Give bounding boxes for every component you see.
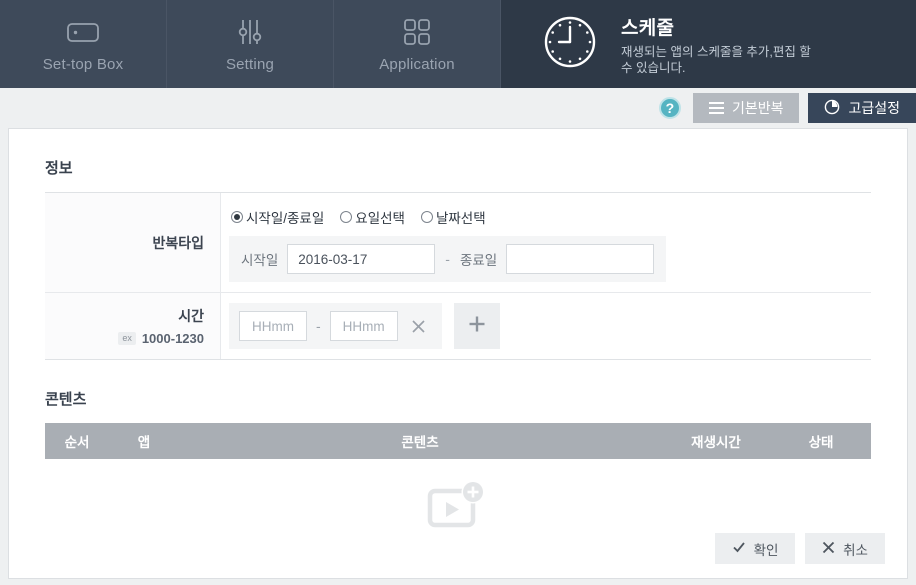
clock-pie-icon <box>824 99 840 118</box>
close-icon[interactable] <box>406 313 432 339</box>
form-row-repeat-type: 반복타입 시작일/종료일 요일선택 날짜선택 시작일 2016-03-17 - … <box>45 193 871 292</box>
radio-date-select[interactable]: 날짜선택 <box>420 207 486 227</box>
repeat-type-label: 반복타입 <box>152 234 204 251</box>
add-time-button[interactable] <box>453 303 500 349</box>
nav-tab-label: Application <box>379 56 455 73</box>
contents-section-title: 콘텐츠 <box>45 391 87 408</box>
radio-label: 날짜선택 <box>435 211 486 226</box>
radio-label: 요일선택 <box>355 211 405 226</box>
form-row-time: 시간 ex 1000-1230 - <box>45 292 871 359</box>
hamburger-icon <box>708 102 724 114</box>
sliders-icon <box>234 15 266 49</box>
time-label: 시간 <box>178 308 204 324</box>
column-header-app: 앱 <box>137 435 151 450</box>
radio-dot-icon <box>231 211 243 223</box>
column-header-content: 콘텐츠 <box>401 435 439 450</box>
basic-repeat-button[interactable]: 기본반복 <box>692 93 800 123</box>
plus-icon <box>467 314 487 339</box>
time-row-wrap: - <box>229 303 871 349</box>
date-range-separator: - <box>445 251 450 267</box>
radio-dot-icon <box>420 211 433 223</box>
page-description: 재생되는 앱의 스케줄을 추가,편집 할 수 있습니다. <box>621 44 811 75</box>
time-range-separator: - <box>316 318 321 334</box>
ex-value: 1000-1230 <box>141 331 204 346</box>
repeat-type-radio-group: 시작일/종료일 요일선택 날짜선택 <box>229 203 871 236</box>
info-form-table: 반복타입 시작일/종료일 요일선택 날짜선택 시작일 2016-03-17 - … <box>45 192 871 360</box>
column-header-order: 순서 <box>64 435 90 450</box>
column-header-playtime: 재생시간 <box>691 435 741 450</box>
check-icon <box>732 540 746 557</box>
radio-label: 시작일/종료일 <box>246 211 325 226</box>
contents-table-header: 순서 앱 콘텐츠 재생시간 상태 <box>45 423 871 459</box>
help-icon[interactable]: ? <box>658 97 681 119</box>
repeat-type-label-cell: 반복타입 <box>45 193 221 292</box>
nav-tab-setting[interactable]: Setting <box>167 0 334 88</box>
time-example: ex 1000-1230 <box>118 331 204 346</box>
nav-tab-label: Setting <box>225 56 275 73</box>
grid-icon <box>402 15 432 49</box>
nav-tab-application[interactable]: Application <box>334 0 501 88</box>
time-from-input[interactable] <box>239 311 307 341</box>
radio-start-end-date[interactable]: 시작일/종료일 <box>231 207 324 227</box>
advanced-settings-button[interactable]: 고급설정 <box>808 93 916 123</box>
close-icon <box>822 541 835 557</box>
start-date-input[interactable] <box>287 244 436 274</box>
confirm-label: 확인 <box>753 542 779 558</box>
info-section-title: 정보 <box>45 160 73 177</box>
add-media-icon[interactable] <box>427 479 489 536</box>
end-date-label: 종료일 <box>459 253 498 268</box>
radio-weekday-select[interactable]: 요일선택 <box>340 207 405 227</box>
clock-icon <box>541 13 599 76</box>
advanced-settings-label: 고급설정 <box>848 100 900 116</box>
toolbar: ? 기본반복 고급설정 <box>0 88 916 128</box>
settopbox-icon <box>66 15 100 49</box>
time-to-input[interactable] <box>329 311 398 341</box>
date-range-panel: 시작일 - 종료일 <box>229 236 667 282</box>
column-header-state: 상태 <box>808 435 834 450</box>
cancel-label: 취소 <box>843 542 868 558</box>
confirm-button[interactable]: 확인 <box>715 533 795 564</box>
top-navigation: Set-top Box Setting Application 스케줄 재생되는… <box>0 0 916 94</box>
end-date-input[interactable] <box>506 244 655 274</box>
nav-tab-label: Set-top Box <box>42 56 124 73</box>
page-title: 스케줄 <box>621 17 675 39</box>
time-range-panel: - <box>229 303 442 349</box>
nav-tab-schedule-active: 스케줄 재생되는 앱의 스케줄을 추가,편집 할 수 있습니다. <box>501 0 916 88</box>
ex-badge: ex <box>118 332 136 345</box>
basic-repeat-label: 기본반복 <box>731 100 784 116</box>
content-card: 정보 반복타입 시작일/종료일 요일선택 날짜선택 시작일 2016-03-17… <box>8 128 908 579</box>
radio-dot-icon <box>340 211 353 223</box>
repeat-type-field-cell: 시작일/종료일 요일선택 날짜선택 시작일 - 종료일 <box>221 193 871 292</box>
nav-tab-settop-box[interactable]: Set-top Box <box>0 0 167 88</box>
time-label-cell: 시간 ex 1000-1230 <box>45 293 221 359</box>
footer-actions: 확인 취소 <box>715 533 885 564</box>
cancel-button[interactable]: 취소 <box>805 533 885 564</box>
time-field-cell: - <box>221 293 871 359</box>
start-date-label: 시작일 <box>241 253 279 268</box>
